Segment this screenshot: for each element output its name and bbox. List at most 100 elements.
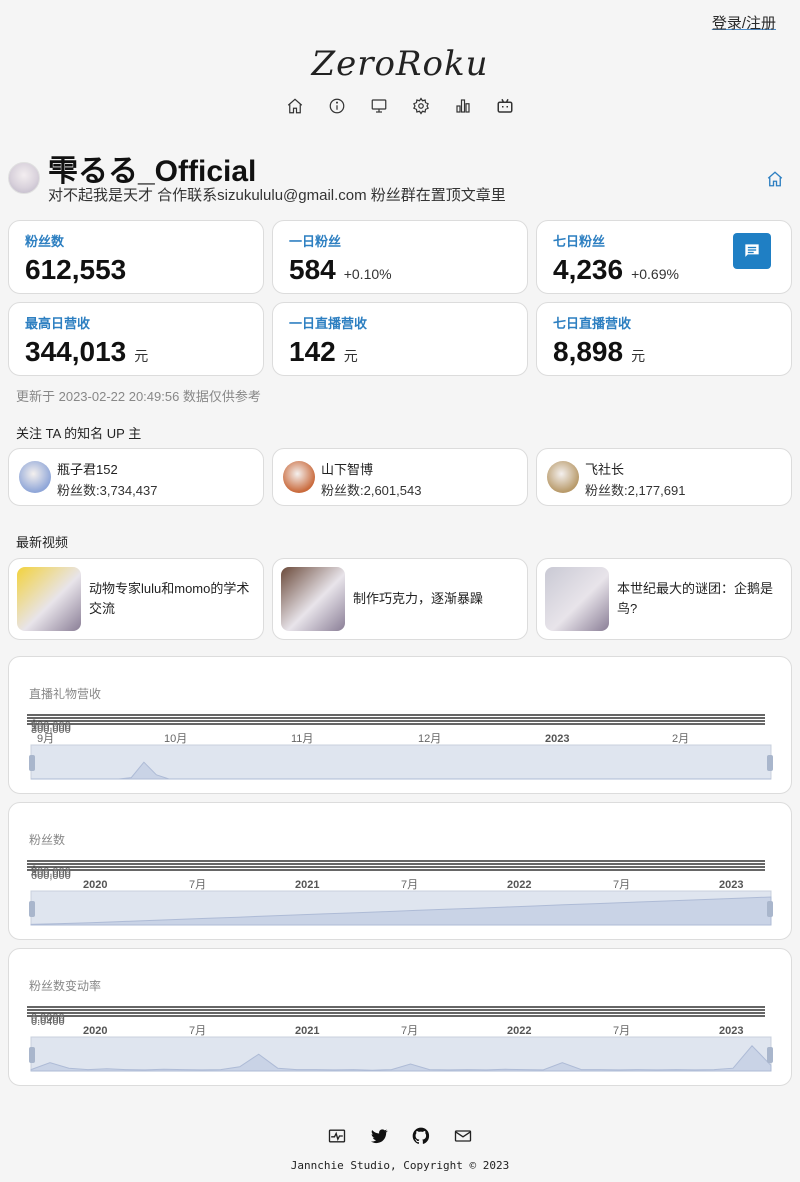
fans-rate-chart[interactable]: 0.04000.02000.00002020 7月 2021 7月 2022 7月 2023 <box>9 949 793 1087</box>
stat-unit: 元 <box>343 348 358 364</box>
info-icon[interactable] <box>327 96 347 116</box>
home-icon[interactable] <box>766 170 784 188</box>
x-tick-label: 7月 <box>613 1025 630 1037</box>
home-icon[interactable] <box>285 96 305 116</box>
stat-card: 一日直播营收 142 元 <box>272 302 528 376</box>
up-card[interactable]: 山下智博粉丝数:2,601,543 <box>272 448 528 506</box>
stat-unit: 元 <box>134 348 149 364</box>
avatar <box>283 461 315 493</box>
x-tick-label: 2月 <box>672 733 689 745</box>
stat-value: 142 <box>289 336 336 367</box>
up-card[interactable]: 瓶子君152 粉丝数:3,734,437 <box>8 448 264 506</box>
zoom-handle-left <box>29 901 35 917</box>
zoom-handle-right <box>767 1047 773 1063</box>
footer-links <box>0 1126 800 1146</box>
top-nav <box>0 96 800 116</box>
stat-row: 584 +0.10% <box>289 254 511 286</box>
stat-label: 一日直播营收 <box>289 316 368 331</box>
pulse-icon[interactable] <box>327 1126 347 1146</box>
stat-card: 七日直播营收 8,898 元 <box>536 302 792 376</box>
avatar <box>8 162 40 194</box>
y-tick-label: 0.0000 <box>31 1012 65 1024</box>
x-tick-label: 2021 <box>295 1025 319 1037</box>
y-tick-label: 0 <box>31 864 37 876</box>
video-title: 制作巧克力，逐渐暴躁 <box>353 591 484 606</box>
github-icon[interactable] <box>411 1126 431 1146</box>
revenue-chart[interactable]: 300,000200,000100,00009月 10月 11月 12月 2023 2月 <box>9 657 793 795</box>
updated-time: 更新于 2023-02-22 20:49:56 数据仅供参考 <box>16 389 261 404</box>
zoom-slider <box>30 1036 772 1072</box>
profile-header: 雫るる_Official 对不起我是天才 合作联系sizukululu@gmai… <box>8 146 792 206</box>
stat-row: 142 元 <box>289 336 511 368</box>
video-title: 动物专家lulu和momo的学术交流 <box>89 581 250 616</box>
x-tick-label: 9月 <box>37 733 54 745</box>
stat-value: 612,553 <box>25 254 127 285</box>
comment-button[interactable] <box>733 233 771 269</box>
x-tick-label: 2020 <box>83 879 107 891</box>
stat-card: 粉丝数 612,553 <box>8 220 264 294</box>
avatar <box>19 461 51 493</box>
video-card[interactable]: 本世纪最大的谜团：企鹅是鸟? <box>536 558 792 640</box>
zoom-handle-left <box>29 1047 35 1063</box>
up-name: 飞社长 <box>585 462 625 477</box>
zoom-handle-left <box>29 755 35 771</box>
video-thumbnail <box>545 567 609 631</box>
stat-row: 8,898 元 <box>553 336 775 368</box>
video-title: 本世纪最大的谜团：企鹅是鸟? <box>617 581 774 616</box>
stat-unit: 元 <box>631 348 646 364</box>
stat-change: +0.10% <box>343 266 392 282</box>
login-register-link[interactable]: 登录/注册 <box>712 12 776 33</box>
up-fans: 粉丝数:3,734,437 <box>57 483 158 498</box>
stat-label: 一日粉丝 <box>289 234 342 249</box>
monitor-icon[interactable] <box>369 96 389 116</box>
up-card[interactable]: 飞社长粉丝数:2,177,691 <box>536 448 792 506</box>
fans-chart-card: 粉丝数 600,000 400,000 200,000 0 2020 7月 2021 7月 20… <box>8 802 792 940</box>
stat-change: +0.69% <box>631 266 679 282</box>
up-name: 瓶子君152 <box>57 462 118 477</box>
up-list: 瓶子君152 粉丝数:3,734,437 山下智博 粉丝数:2,601,543 飞社长粉… <box>8 448 792 506</box>
up-fans: 粉丝数:2,601,543 <box>321 483 422 498</box>
stat-card: 最高日营收 344,013 元 <box>8 302 264 376</box>
video-thumbnail <box>281 567 345 631</box>
fans-rate-chart-card: 粉丝数变动率 0.0400 0.0200 0.0000 2020 7月 2021 7月 202… <box>8 948 792 1086</box>
x-tick-label: 7月 <box>401 879 418 891</box>
twitter-icon[interactable] <box>369 1126 389 1146</box>
profile-signature: 对不起我是天才 合作联系sizukululu@gmail.com 粉丝群在置顶文… <box>48 187 506 204</box>
x-tick-label: 2023 <box>719 879 743 891</box>
x-tick-label: 2021 <box>295 879 319 891</box>
revenue-chart-card: 直播礼物营收 300,000 200,000 100,000 0 9月 10月 11月 12月… <box>8 656 792 794</box>
x-tick-label: 2022 <box>507 879 531 891</box>
stat-card: 七日粉丝 4,236 +0.69% <box>536 220 792 294</box>
x-tick-label: 2020 <box>83 1025 107 1037</box>
y-tick-label: 0 <box>31 718 37 730</box>
x-tick-label: 10月 <box>164 733 187 745</box>
settings-icon[interactable] <box>411 96 431 116</box>
site-logo[interactable]: ZeroRoku <box>0 44 800 84</box>
comment-icon <box>745 244 759 257</box>
x-tick-label: 2022 <box>507 1025 531 1037</box>
x-tick-label: 7月 <box>613 879 630 891</box>
fans-chart[interactable]: 600,000400,000200,00002020 7月 2021 7月 2022 7月… <box>9 803 793 941</box>
stats-grid: 粉丝数 612,553 一日粉丝 584 +0.10% 七日粉丝 4,236 +0.69% 最高… <box>8 220 792 376</box>
up-fans: 粉丝数:2,177,691 <box>585 483 686 498</box>
stat-value: 8,898 <box>553 336 624 367</box>
video-card[interactable]: 动物专家lulu和momo的学术交流 <box>8 558 264 640</box>
stat-value: 344,013 <box>25 336 127 367</box>
video-thumbnail <box>17 567 81 631</box>
zoom-handle-right <box>767 755 773 771</box>
x-tick-label: 2023 <box>545 733 569 745</box>
bilibili-icon[interactable] <box>495 96 515 116</box>
x-tick-label: 7月 <box>401 1025 418 1037</box>
video-card[interactable]: 制作巧克力，逐渐暴躁 <box>272 558 528 640</box>
video-section-title: 最新视频 <box>16 535 69 550</box>
up-section-title: 关注 TA 的知名 UP 主 <box>16 426 142 441</box>
stat-value: 584 <box>289 254 336 285</box>
mail-icon[interactable] <box>453 1126 473 1146</box>
x-tick-label: 2023 <box>719 1025 743 1037</box>
stat-row: 344,013 元 <box>25 336 247 368</box>
up-name: 山下智博 <box>321 462 374 477</box>
bar-chart-icon[interactable] <box>453 96 473 116</box>
stat-value: 4,236 <box>553 254 624 285</box>
zoom-handle-right <box>767 901 773 917</box>
stat-label: 粉丝数 <box>25 234 65 249</box>
